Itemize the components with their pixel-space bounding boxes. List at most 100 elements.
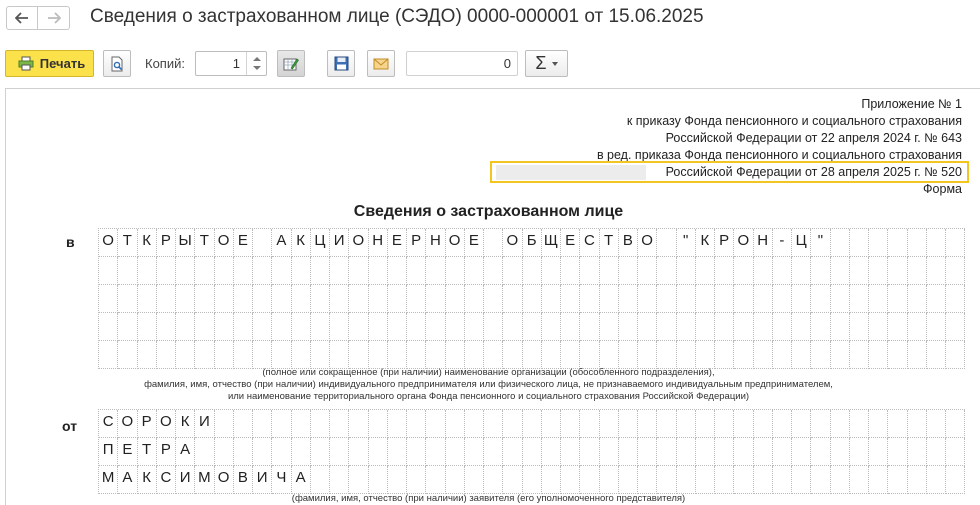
grid-cell[interactable]	[830, 410, 850, 438]
grid-cell[interactable]	[599, 466, 619, 494]
grid-cell[interactable]	[445, 410, 465, 438]
grid-cell[interactable]	[214, 285, 234, 313]
grid-cell[interactable]	[522, 466, 542, 494]
grid-cell[interactable]	[253, 341, 273, 369]
grid-cell[interactable]	[946, 341, 966, 369]
grid-cell[interactable]	[310, 438, 330, 466]
grid-cell[interactable]	[753, 285, 773, 313]
grid-cell[interactable]	[195, 341, 215, 369]
grid-cell[interactable]	[907, 410, 927, 438]
grid-cell[interactable]	[541, 466, 561, 494]
grid-cell[interactable]	[926, 466, 946, 494]
grid-cell[interactable]	[676, 410, 696, 438]
grid-cell[interactable]	[811, 410, 831, 438]
grid-cell[interactable]	[541, 257, 561, 285]
grid-cell[interactable]	[561, 257, 581, 285]
grid-cell[interactable]	[638, 285, 658, 313]
grid-cell[interactable]	[753, 313, 773, 341]
grid-cell[interactable]: С	[99, 410, 119, 438]
grid-cell[interactable]: Н	[368, 229, 388, 257]
grid-cell[interactable]	[695, 313, 715, 341]
grid-cell[interactable]: Р	[156, 438, 176, 466]
grid-cell[interactable]	[484, 466, 504, 494]
grid-cell[interactable]: О	[118, 410, 138, 438]
grid-cell[interactable]: К	[137, 229, 157, 257]
grid-cell[interactable]	[946, 229, 966, 257]
grid-cell[interactable]: Ы	[176, 229, 196, 257]
grid-cell[interactable]	[792, 313, 812, 341]
grid-cell[interactable]	[695, 466, 715, 494]
grid-cell[interactable]: М	[99, 466, 119, 494]
grid-cell[interactable]	[541, 285, 561, 313]
grid-cell[interactable]	[291, 313, 311, 341]
grid-cell[interactable]	[849, 257, 869, 285]
grid-cell[interactable]: Н	[426, 229, 446, 257]
grid-cell[interactable]	[541, 313, 561, 341]
grid-cell[interactable]	[387, 438, 407, 466]
grid-cell[interactable]	[464, 313, 484, 341]
grid-cell[interactable]	[330, 257, 350, 285]
grid-cell[interactable]	[715, 341, 735, 369]
back-button[interactable]	[6, 6, 38, 30]
grid-cell[interactable]	[176, 285, 196, 313]
grid-cell[interactable]	[830, 257, 850, 285]
grid-cell[interactable]	[772, 257, 792, 285]
grid-cell[interactable]	[695, 341, 715, 369]
grid-cell[interactable]	[464, 410, 484, 438]
grid-cell[interactable]	[888, 257, 908, 285]
grid-cell[interactable]	[715, 257, 735, 285]
grid-cell[interactable]: Е	[387, 229, 407, 257]
grid-cell[interactable]	[830, 313, 850, 341]
grid-cell[interactable]	[907, 285, 927, 313]
grid-cell[interactable]	[156, 313, 176, 341]
grid-cell[interactable]: "	[811, 229, 831, 257]
grid-cell[interactable]: О	[99, 229, 119, 257]
grid-cell[interactable]	[888, 313, 908, 341]
grid-cell[interactable]: "	[676, 229, 696, 257]
grid-cell[interactable]	[272, 285, 292, 313]
grid-cell[interactable]	[503, 466, 523, 494]
grid-cell[interactable]	[869, 285, 889, 313]
grid-cell[interactable]	[580, 410, 600, 438]
grid-cell[interactable]	[407, 257, 427, 285]
grid-cell[interactable]	[638, 341, 658, 369]
grid-cell[interactable]	[792, 341, 812, 369]
grid-cell[interactable]: С	[580, 229, 600, 257]
grid-cell[interactable]	[176, 341, 196, 369]
grid-cell[interactable]	[137, 313, 157, 341]
grid-cell[interactable]	[676, 341, 696, 369]
grid-cell[interactable]	[830, 341, 850, 369]
grid-cell[interactable]	[638, 466, 658, 494]
grid-cell[interactable]	[176, 257, 196, 285]
grid-cell[interactable]	[926, 341, 946, 369]
grid-cell[interactable]	[830, 229, 850, 257]
grid-cell[interactable]: И	[330, 229, 350, 257]
grid-cell[interactable]	[946, 257, 966, 285]
grid-cell[interactable]: К	[137, 466, 157, 494]
grid-cell[interactable]	[407, 410, 427, 438]
grid-cell[interactable]	[310, 466, 330, 494]
copies-spin[interactable]	[246, 52, 266, 75]
grid-cell[interactable]	[926, 285, 946, 313]
grid-cell[interactable]	[484, 341, 504, 369]
grid-cell[interactable]: А	[272, 229, 292, 257]
grid-cell[interactable]	[272, 410, 292, 438]
grid-cell[interactable]	[772, 466, 792, 494]
grid-cell[interactable]	[753, 410, 773, 438]
grid-cell[interactable]	[349, 285, 369, 313]
grid-cell[interactable]	[522, 410, 542, 438]
grid-cell[interactable]: Т	[195, 229, 215, 257]
grid-cell[interactable]	[849, 341, 869, 369]
grid-cell[interactable]	[792, 410, 812, 438]
grid-cell[interactable]	[464, 466, 484, 494]
grid-cell[interactable]	[638, 410, 658, 438]
grid-cell[interactable]	[869, 313, 889, 341]
grid-cell[interactable]	[926, 229, 946, 257]
grid-cell[interactable]	[426, 341, 446, 369]
grid-cell[interactable]: Р	[137, 410, 157, 438]
grid-cell[interactable]	[657, 257, 677, 285]
grid-cell[interactable]: О	[156, 410, 176, 438]
grid-cell[interactable]	[368, 285, 388, 313]
grid-cell[interactable]	[330, 313, 350, 341]
grid-cell[interactable]	[715, 285, 735, 313]
